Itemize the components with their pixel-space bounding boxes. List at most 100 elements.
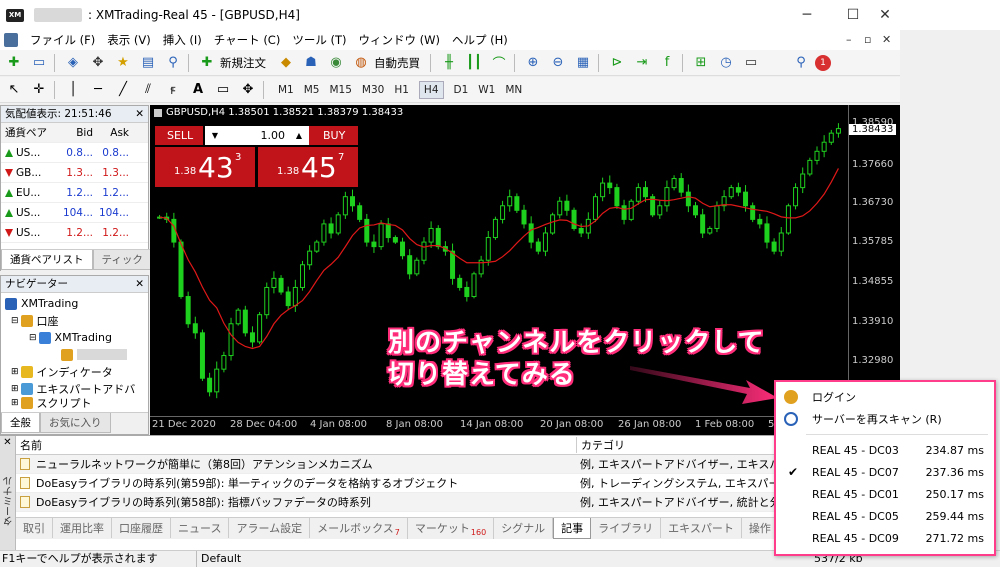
server-item[interactable]: REAL 45 - DC01 250.17 ms — [776, 483, 994, 505]
chart-shift-icon[interactable]: ⇥ — [631, 53, 653, 73]
nav-experts[interactable]: ⊞ エキスパートアドバ — [5, 380, 148, 397]
candlestick-icon[interactable]: ┃┃ — [463, 53, 485, 73]
auto-trading-icon[interactable]: ◍ — [350, 53, 372, 73]
timeframe-w1[interactable]: W1 — [478, 84, 495, 96]
metaeditor-icon[interactable]: ◆ — [275, 53, 297, 73]
new-order-button[interactable]: 新規注文 — [220, 55, 266, 71]
vertical-line-icon[interactable]: │ — [62, 80, 84, 100]
menu-rescan-servers[interactable]: サーバーを再スキャン (R) — [776, 408, 994, 430]
market-watch-row[interactable]: US... 0.8... 0.8... — [1, 143, 148, 163]
lot-size-input[interactable]: 1.00 — [225, 126, 289, 145]
terminal-tab[interactable]: ライブラリ — [591, 518, 662, 538]
menu-insert[interactable]: 挿入 (I) — [163, 32, 202, 48]
mdi-close-button[interactable]: ✕ — [882, 33, 891, 46]
data-window-icon[interactable]: ✥ — [87, 53, 109, 73]
text-label-icon[interactable]: ▭ — [212, 80, 234, 100]
nav-indicators[interactable]: ⊞ インディケータ — [5, 363, 148, 380]
terminal-tab[interactable]: 口座履歴 — [112, 518, 171, 538]
terminal-tab[interactable]: ニュース — [171, 518, 230, 538]
close-icon[interactable]: ✕ — [135, 106, 144, 123]
terminal-tab[interactable]: エキスパート — [661, 518, 742, 538]
timeframe-m5[interactable]: M5 — [304, 84, 320, 96]
text-icon[interactable]: A — [187, 80, 209, 100]
timeframe-h1[interactable]: H1 — [394, 84, 409, 96]
market-watch-row[interactable]: US... 104... 104... — [1, 203, 148, 223]
signals-icon[interactable]: ☗ — [300, 53, 322, 73]
nav-broker[interactable]: ⊟ XMTrading — [5, 329, 148, 346]
tab-favorites[interactable]: お気に入り — [40, 413, 111, 433]
market-watch-icon[interactable]: ◈ — [62, 53, 84, 73]
market-icon[interactable]: ◉ — [325, 53, 347, 73]
trendline-icon[interactable]: ╱ — [112, 80, 134, 100]
terminal-tab[interactable]: メールボックス7 — [310, 518, 408, 539]
close-icon[interactable]: ✕ — [0, 436, 15, 448]
menu-chart[interactable]: チャート (C) — [214, 32, 281, 48]
tab-symbols[interactable]: 通貨ペアリスト — [1, 250, 93, 270]
zoom-in-icon[interactable]: ⊕ — [522, 53, 544, 73]
cursor-icon[interactable]: ↖ — [3, 80, 25, 100]
tile-windows-icon[interactable]: ▦ — [572, 53, 594, 73]
column-symbol[interactable]: 通貨ペア — [1, 125, 59, 140]
close-icon[interactable]: ✕ — [135, 276, 144, 293]
column-name[interactable]: 名前 — [16, 437, 576, 453]
server-item[interactable]: REAL 45 - DC09 271.72 ms — [776, 527, 994, 549]
fibonacci-icon[interactable]: Ꞙ — [162, 80, 184, 100]
channel-icon[interactable]: ⫽ — [137, 80, 159, 100]
timeframe-m30[interactable]: M30 — [362, 84, 384, 96]
indicators-icon[interactable]: f — [656, 53, 678, 73]
search-icon[interactable]: ⚲ — [790, 53, 812, 73]
timeframe-h4[interactable]: H4 — [418, 80, 444, 99]
nav-scripts[interactable]: ⊞ スクリプト — [5, 397, 148, 409]
navigator-icon[interactable]: ★ — [112, 53, 134, 73]
terminal-tab[interactable]: 運用比率 — [53, 518, 112, 538]
mdi-restore-button[interactable]: ▫ — [864, 33, 871, 46]
line-chart-icon[interactable]: ⌒ — [488, 53, 510, 73]
nav-accounts[interactable]: ⊟ 口座 — [5, 312, 148, 329]
auto-trading-button[interactable]: 自動売買 — [374, 55, 420, 71]
buy-price[interactable]: 1.38 45 7 — [258, 147, 358, 187]
terminal-tab[interactable]: 記事 — [553, 518, 592, 539]
market-watch-row[interactable]: EU... 1.2... 1.2... — [1, 183, 148, 203]
notifications-icon[interactable]: 1 — [815, 54, 831, 71]
market-watch-row[interactable]: US... 1.2... 1.2... — [1, 223, 148, 243]
tab-tick-chart[interactable]: ティック — [92, 250, 150, 270]
server-item[interactable]: REAL 45 - DC03 234.87 ms — [776, 439, 994, 461]
terminal-tab[interactable]: マーケット160 — [408, 518, 495, 539]
timeframe-mn[interactable]: MN — [505, 84, 522, 96]
indicator-list-icon[interactable]: ⊞ — [690, 53, 712, 73]
market-watch-row[interactable]: GB... 1.3... 1.3... — [1, 163, 148, 183]
terminal-tab[interactable]: シグナル — [494, 518, 554, 538]
terminal-tab[interactable]: 取引 — [16, 518, 53, 538]
article-row[interactable]: ニューラルネットワークが簡単に（第8回）アテンションメカニズム 例, エキスパート… — [16, 455, 900, 474]
horizontal-line-icon[interactable]: ─ — [87, 80, 109, 100]
menu-window[interactable]: ウィンドウ (W) — [358, 32, 440, 48]
sell-button[interactable]: SELL — [155, 126, 203, 145]
tab-common[interactable]: 全般 — [1, 413, 40, 433]
buy-button[interactable]: BUY — [309, 126, 358, 145]
column-bid[interactable]: Bid — [59, 127, 93, 139]
article-row[interactable]: DoEasyライブラリの時系列(第59部): 単一ティックのデータを格納するオブ… — [16, 474, 900, 493]
menu-view[interactable]: 表示 (V) — [107, 32, 151, 48]
arrows-icon[interactable]: ✥ — [237, 80, 259, 100]
sell-price[interactable]: 1.38 43 3 — [155, 147, 255, 187]
lot-increase-button[interactable]: ▲ — [289, 126, 309, 145]
nav-root[interactable]: XMTrading — [5, 295, 148, 312]
auto-scroll-icon[interactable]: ⊳ — [606, 53, 628, 73]
menu-file[interactable]: ファイル (F) — [30, 32, 95, 48]
chart-window-icon[interactable] — [4, 33, 18, 47]
crosshair-icon[interactable]: ✛ — [28, 80, 50, 100]
article-row[interactable]: DoEasyライブラリの時系列(第58部): 指標バッファデータの時系列 例, エ… — [16, 493, 900, 512]
timeframe-m15[interactable]: M15 — [330, 84, 352, 96]
server-item[interactable]: ✔ REAL 45 - DC07 237.36 ms — [776, 461, 994, 483]
nav-account[interactable] — [5, 346, 148, 363]
menu-login[interactable]: ログイン — [776, 386, 994, 408]
timeframe-m1[interactable]: M1 — [278, 84, 294, 96]
profiles-icon[interactable]: ▭ — [28, 53, 50, 73]
templates-icon[interactable]: ▭ — [740, 53, 762, 73]
strategy-tester-icon[interactable]: ⚲ — [162, 53, 184, 73]
server-item[interactable]: REAL 45 - DC05 259.44 ms — [776, 505, 994, 527]
zoom-out-icon[interactable]: ⊖ — [547, 53, 569, 73]
new-order-icon[interactable]: ✚ — [196, 53, 218, 73]
terminal-tab[interactable]: アラーム設定 — [229, 518, 311, 538]
column-ask[interactable]: Ask — [93, 127, 129, 139]
